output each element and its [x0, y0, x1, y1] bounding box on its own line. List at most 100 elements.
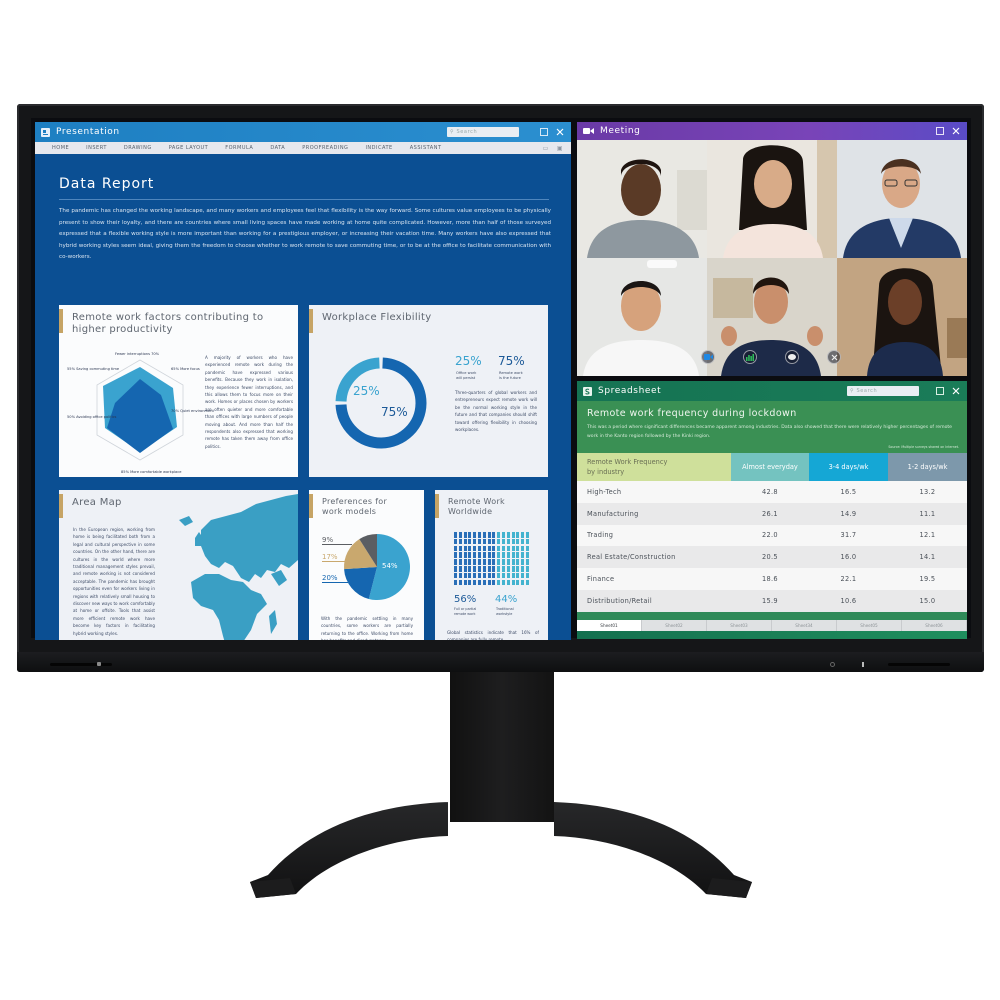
table-row[interactable]: Trading 22.0 31.7 12.1 — [577, 524, 967, 547]
value-cell[interactable]: 26.1 — [731, 502, 809, 525]
value-cell[interactable]: 11.1 — [888, 502, 967, 525]
value-cell[interactable]: 12.1 — [888, 524, 967, 547]
ribbon-tab-proofreading[interactable]: PROOFREADING — [302, 145, 348, 151]
participant-tile[interactable] — [837, 258, 967, 376]
pictogram-cell — [521, 552, 525, 558]
ribbon-tab-formula[interactable]: FORMULA — [225, 145, 253, 151]
pictogram-cell — [473, 532, 477, 538]
sheet-tab[interactable]: Sheet02 — [642, 620, 707, 631]
pictogram-cell — [478, 566, 481, 572]
camera-toggle-button[interactable] — [701, 350, 715, 364]
table-row[interactable]: Manufacturing 26.1 14.9 11.1 — [577, 502, 967, 525]
meeting-titlebar[interactable]: Meeting — [577, 122, 967, 140]
pictogram-cell — [521, 545, 525, 552]
close-button[interactable] — [951, 126, 961, 136]
pictogram-cell — [511, 552, 515, 558]
value-cell[interactable]: 14.9 — [809, 502, 888, 525]
table-row[interactable]: Finance 18.6 22.1 19.5 — [577, 568, 967, 590]
ribbon-tab-assistant[interactable]: ASSISTANT — [410, 145, 442, 151]
value-cell[interactable]: 31.7 — [809, 524, 888, 547]
area-map-body: In the European region, working from hom… — [73, 527, 155, 636]
ribbon-tab-insert[interactable]: INSERT — [86, 145, 107, 151]
title-line-1: Preferences for — [322, 497, 388, 506]
close-icon — [556, 128, 564, 136]
pictogram-cell — [497, 566, 501, 572]
value-cell[interactable]: 15.9 — [731, 589, 809, 612]
sheet-tab[interactable]: Sheet05 — [837, 620, 902, 631]
video-camera-icon — [583, 127, 594, 136]
pictogram-cell — [521, 532, 525, 538]
participant-video — [837, 258, 967, 376]
participant-tile[interactable] — [577, 258, 707, 376]
value-cell[interactable]: 22.1 — [809, 568, 888, 590]
pictogram-cell — [526, 552, 529, 558]
participant-tile[interactable] — [837, 140, 967, 258]
industry-cell[interactable]: High-Tech — [577, 481, 731, 503]
column-header-1-2-days[interactable]: 1-2 days/wk — [888, 453, 967, 481]
close-button[interactable] — [555, 127, 565, 137]
column-header-3-4-days[interactable]: 3-4 days/wk — [809, 453, 888, 481]
industry-cell[interactable]: Trading — [577, 524, 731, 547]
pictogram-cell — [463, 538, 467, 545]
leave-meeting-button[interactable] — [827, 350, 841, 364]
card-accent — [309, 494, 313, 518]
presentation-title: Presentation — [56, 127, 120, 137]
close-button[interactable] — [951, 386, 961, 396]
participant-tile[interactable] — [707, 140, 837, 258]
value-cell[interactable]: 10.6 — [809, 589, 888, 612]
value-cell[interactable]: 22.0 — [731, 524, 809, 547]
ribbon-tab-page-layout[interactable]: PAGE LAYOUT — [169, 145, 209, 151]
value-cell[interactable]: 16.0 — [809, 546, 888, 569]
stat-remote-value: 75% — [498, 354, 525, 368]
value-cell[interactable]: 15.0 — [888, 589, 967, 612]
table-row[interactable]: Distribution/Retail 15.9 10.6 15.0 — [577, 589, 967, 612]
share-icon[interactable]: ▣ — [557, 145, 563, 152]
maximize-button[interactable] — [935, 386, 945, 396]
presentation-search-input[interactable]: ⚲ Search — [447, 127, 519, 137]
title-line-2: higher productivity — [72, 324, 173, 335]
table-row[interactable]: High-Tech 42.8 16.5 13.2 — [577, 481, 967, 503]
table-row[interactable]: Real Estate/Construction 20.5 16.0 14.1 — [577, 546, 967, 569]
industry-cell[interactable]: Real Estate/Construction — [577, 546, 731, 569]
microphone-toggle-button[interactable] — [743, 350, 757, 364]
stat-traditional-value: 44% — [495, 594, 518, 605]
value-cell[interactable]: 18.6 — [731, 568, 809, 590]
column-header-industry[interactable]: Remote Work Frequency by industry — [577, 453, 731, 481]
pictogram-cell — [497, 532, 501, 538]
pictogram-cell — [521, 579, 525, 586]
participant-tile[interactable] — [577, 140, 707, 258]
maximize-button[interactable] — [935, 126, 945, 136]
value-cell[interactable]: 20.5 — [731, 546, 809, 569]
pictogram-cell — [511, 572, 515, 579]
spreadsheet-titlebar[interactable]: Spreadsheet ⚲ Search — [577, 381, 967, 401]
ribbon-tab-data[interactable]: DATA — [270, 145, 285, 151]
column-header-almost-everyday[interactable]: Almost everyday — [731, 453, 809, 481]
pictogram-cell — [458, 532, 462, 538]
pictogram-cell — [492, 545, 496, 552]
chat-button[interactable] — [785, 350, 799, 364]
value-cell[interactable]: 16.5 — [809, 481, 888, 503]
meeting-controls — [701, 350, 841, 364]
power-button[interactable] — [830, 662, 835, 667]
industry-cell[interactable]: Distribution/Retail — [577, 589, 731, 612]
value-cell[interactable]: 19.5 — [888, 568, 967, 590]
spreadsheet-search-input[interactable]: ⚲ Search — [847, 386, 919, 396]
ribbon-tab-drawing[interactable]: DRAWING — [124, 145, 152, 151]
value-cell[interactable]: 13.2 — [888, 481, 967, 503]
ribbon-tab-home[interactable]: HOME — [52, 145, 69, 151]
sheet-tab[interactable]: Sheet34 — [772, 620, 837, 631]
industry-cell[interactable]: Finance — [577, 568, 731, 590]
sheet-tab[interactable]: Sheet01 — [577, 620, 642, 631]
comment-icon[interactable]: ▭ — [543, 145, 549, 152]
sheet-tab[interactable]: Sheet06 — [902, 620, 967, 631]
search-placeholder: Search — [856, 388, 878, 394]
industry-cell[interactable]: Manufacturing — [577, 502, 731, 525]
ribbon-tab-indicate[interactable]: INDICATE — [365, 145, 392, 151]
value-cell[interactable]: 14.1 — [888, 546, 967, 569]
preferences-card-title: Preferences for work models — [322, 497, 387, 517]
presentation-titlebar[interactable]: Presentation ⚲ Search — [35, 122, 571, 142]
sheet-tab[interactable]: Sheet03 — [707, 620, 772, 631]
value-cell[interactable]: 42.8 — [731, 481, 809, 503]
card-accent — [59, 309, 63, 333]
maximize-button[interactable] — [539, 127, 549, 137]
